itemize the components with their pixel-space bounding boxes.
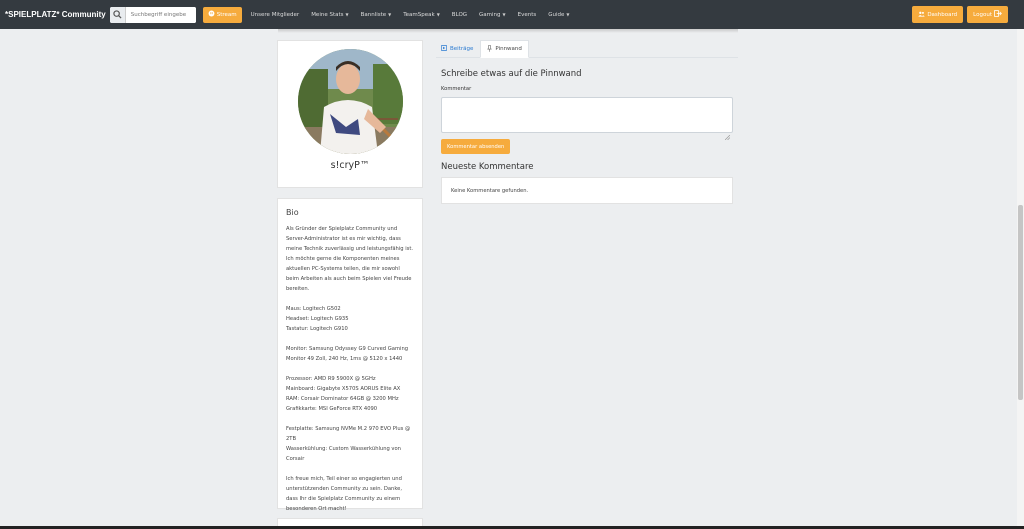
nav-members-label: Unsere Mitglieder <box>250 11 300 18</box>
logout-button[interactable]: Logout <box>967 6 1008 23</box>
nav-gaming[interactable]: Gaming ▼ <box>479 12 506 18</box>
wall-heading: Schreibe etwas auf die Pinnwand <box>441 69 582 79</box>
nav-guide[interactable]: Guide ▼ <box>548 12 569 18</box>
dashboard-label: Dashboard <box>927 11 958 18</box>
avatar <box>298 49 403 154</box>
nav-teamspeak[interactable]: TeamSpeak ▼ <box>403 12 440 18</box>
dashboard-button[interactable]: Dashboard <box>912 6 964 23</box>
comment-textarea[interactable] <box>441 97 733 141</box>
nav-teamspeak-label: TeamSpeak <box>403 11 435 18</box>
caret-down-icon: ▼ <box>388 12 392 17</box>
nav-banlist[interactable]: Bannliste ▼ <box>361 12 392 18</box>
page-scrollbar[interactable] <box>1017 29 1024 529</box>
search-icon[interactable] <box>109 6 126 23</box>
twitch-icon <box>208 10 215 19</box>
submit-comment-button[interactable]: Kommentar absenden <box>441 139 511 154</box>
caret-down-icon: ▼ <box>502 12 506 17</box>
tab-wall[interactable]: Pinnwand <box>480 40 529 58</box>
tab-posts-label: Beiträge <box>450 46 474 52</box>
search-input[interactable] <box>125 6 196 23</box>
posts-icon <box>441 45 447 53</box>
nav-my-stats[interactable]: Meine Stats ▼ <box>311 12 348 18</box>
scrollbar-thumb[interactable] <box>1018 205 1023 400</box>
bio-title: Bio <box>286 208 299 217</box>
logout-label: Logout <box>973 11 992 18</box>
nav-right-actions: Dashboard Logout <box>912 6 1008 23</box>
bio-text: Als Gründer der Spielplatz Community und… <box>286 226 414 512</box>
stream-label: Stream <box>216 11 237 18</box>
nav-banlist-label: Bannliste <box>360 11 387 18</box>
comment-label: Kommentar <box>441 86 472 92</box>
no-comments-box: Keine Kommentare gefunden. <box>441 177 733 204</box>
caret-down-icon: ▼ <box>566 12 570 17</box>
caret-down-icon: ▼ <box>345 12 349 17</box>
brand-logo[interactable]: *SPIELPLATZ* Community <box>5 10 106 19</box>
nav-blog-label: BLOG <box>451 11 468 18</box>
nav-blog[interactable]: BLOG <box>452 12 467 18</box>
tab-wall-label: Pinnwand <box>495 46 522 52</box>
profile-tabs: Beiträge Pinnwand <box>436 40 738 58</box>
tab-posts[interactable]: Beiträge <box>436 40 478 58</box>
resize-handle-icon[interactable] <box>724 125 731 141</box>
bio-card: Bio Als Gründer der Spielplatz Community… <box>277 198 423 512</box>
nav-events-label: Events <box>517 11 537 18</box>
newest-comments-heading: Neueste Kommentare <box>441 162 534 172</box>
search-box <box>109 6 196 23</box>
pin-icon <box>487 44 493 54</box>
profile-card: s!cryP™ <box>277 40 423 188</box>
nav-my-stats-label: Meine Stats <box>311 11 344 18</box>
caret-down-icon: ▼ <box>436 12 440 17</box>
no-comments-text: Keine Kommentare gefunden. <box>451 187 529 194</box>
header-shadow <box>278 29 738 33</box>
profile-username: s!cryP™ <box>330 160 370 171</box>
nav-gaming-label: Gaming <box>479 11 501 18</box>
nav-guide-label: Guide <box>548 11 565 18</box>
users-icon <box>918 11 926 19</box>
nav-members[interactable]: Unsere Mitglieder <box>251 12 300 18</box>
logout-icon <box>994 10 1002 19</box>
nav-events[interactable]: Events <box>518 12 537 18</box>
stream-button[interactable]: Stream <box>202 6 242 23</box>
navbar: *SPIELPLATZ* Community Stream Unsere Mit… <box>0 0 1024 29</box>
